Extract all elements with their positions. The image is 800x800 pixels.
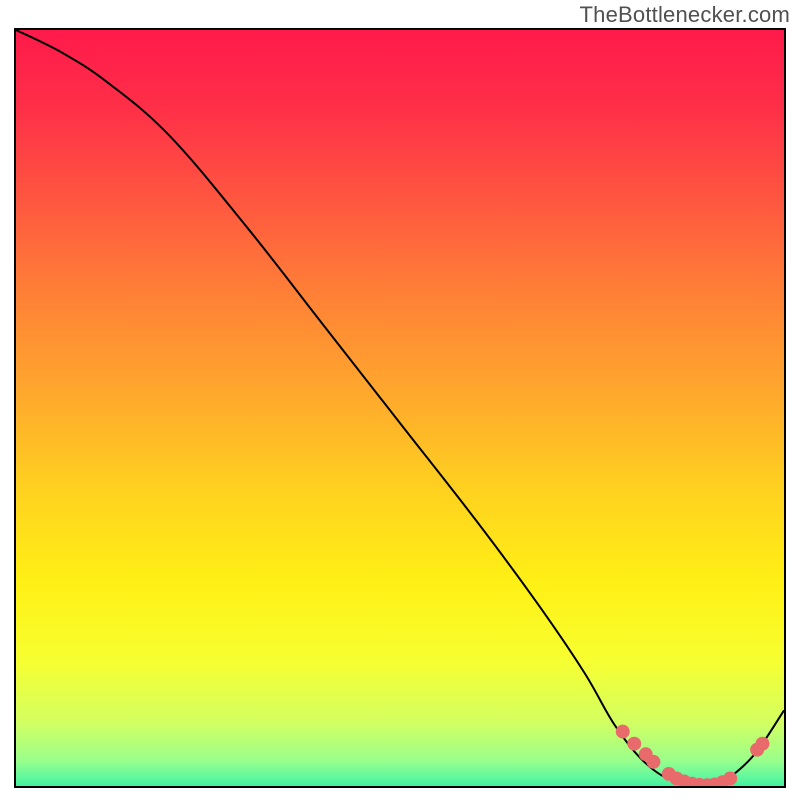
curve-layer — [16, 30, 784, 786]
attribution-label: TheBottlenecker.com — [580, 2, 790, 28]
data-marker — [627, 737, 641, 751]
data-marker — [756, 737, 770, 751]
data-marker — [646, 755, 660, 769]
bottleneck-curve-path — [16, 30, 784, 786]
chart-container: TheBottlenecker.com — [0, 0, 800, 800]
data-marker — [723, 771, 737, 785]
data-marker — [616, 725, 630, 739]
plot-frame — [14, 28, 786, 788]
